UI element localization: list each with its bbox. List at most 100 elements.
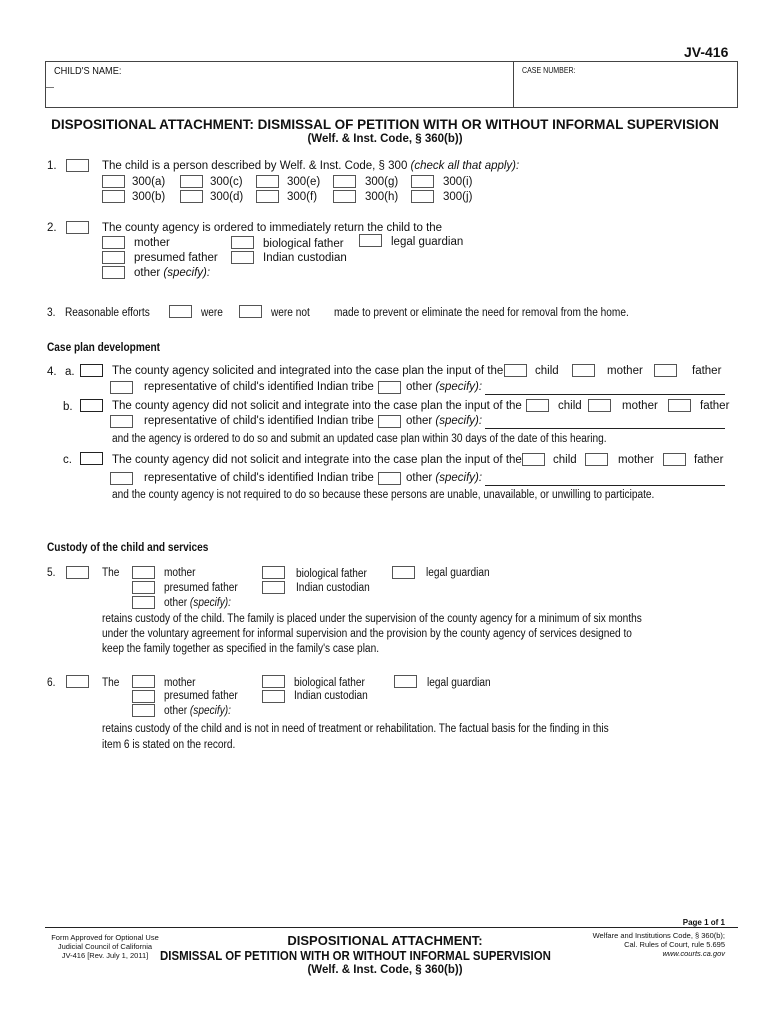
item-4b-other-text: other bbox=[406, 415, 433, 427]
item-4a-mother-checkbox[interactable] bbox=[572, 364, 595, 377]
item-6-biological-father-label: biological father bbox=[294, 677, 365, 689]
item-4b-mother-checkbox[interactable] bbox=[588, 399, 611, 412]
item-5-other-text: other bbox=[164, 597, 188, 609]
item-4a-father-label: father bbox=[692, 365, 722, 377]
item-4b-tribe-checkbox[interactable] bbox=[110, 415, 133, 428]
checkbox-300i[interactable] bbox=[411, 175, 434, 188]
item-4a-tribe-checkbox[interactable] bbox=[110, 381, 133, 394]
item-5-specify-text: (specify): bbox=[189, 597, 231, 609]
item-4c-child-label: child bbox=[553, 454, 577, 466]
item-2-mother-checkbox[interactable] bbox=[102, 236, 125, 249]
item-2-biological-father-checkbox[interactable] bbox=[231, 236, 254, 249]
checkbox-300b[interactable] bbox=[102, 190, 125, 203]
item-1-text: The child is a person described by Welf.… bbox=[102, 160, 519, 172]
item-4c-tribe-checkbox[interactable] bbox=[110, 472, 133, 485]
item-5-legal-guardian-label: legal guardian bbox=[426, 567, 490, 579]
item-5-biological-father-label: biological father bbox=[296, 568, 367, 580]
item-4a-mother-label: mother bbox=[607, 365, 643, 377]
item-4c-checkbox[interactable] bbox=[80, 452, 103, 465]
item-3-number: 3. bbox=[47, 307, 56, 319]
item-6-biological-father-checkbox[interactable] bbox=[262, 675, 285, 688]
item-2-presumed-father-checkbox[interactable] bbox=[102, 251, 125, 264]
item-4c-child-checkbox[interactable] bbox=[522, 453, 545, 466]
item-4b-tribe-label: representative of child's identified Ind… bbox=[144, 415, 374, 427]
item-5-indian-custodian-label: Indian custodian bbox=[296, 582, 370, 594]
checkbox-300c[interactable] bbox=[180, 175, 203, 188]
item-4c-father-checkbox[interactable] bbox=[663, 453, 686, 466]
page-number: Page 1 of 1 bbox=[682, 918, 725, 927]
item-6-presumed-father-checkbox[interactable] bbox=[132, 690, 155, 703]
item-3-were-label: were bbox=[201, 307, 223, 319]
item-2-number: 2. bbox=[47, 222, 57, 234]
item-5-mother-label: mother bbox=[164, 567, 196, 579]
item-6-mother-checkbox[interactable] bbox=[132, 675, 155, 688]
item-3-were-not-checkbox[interactable] bbox=[239, 305, 262, 318]
item-6-legal-guardian-checkbox[interactable] bbox=[394, 675, 417, 688]
item-4c-specify-field[interactable] bbox=[485, 485, 725, 486]
item-4b-other-label: other (specify): bbox=[406, 415, 482, 427]
item-4a-child-checkbox[interactable] bbox=[504, 364, 527, 377]
checkbox-300h[interactable] bbox=[333, 190, 356, 203]
item-4b-child-label: child bbox=[558, 400, 582, 412]
item-4a-father-checkbox[interactable] bbox=[654, 364, 677, 377]
checkbox-300d[interactable] bbox=[180, 190, 203, 203]
item-6-checkbox[interactable] bbox=[66, 675, 89, 688]
item-2-indian-custodian-checkbox[interactable] bbox=[231, 251, 254, 264]
header-divider bbox=[513, 62, 514, 107]
item-4a-tribe-label: representative of child's identified Ind… bbox=[144, 381, 374, 393]
item-1-checkbox[interactable] bbox=[66, 159, 89, 172]
item-4c-mother-checkbox[interactable] bbox=[585, 453, 608, 466]
item-2-biological-father-label: biological father bbox=[263, 238, 344, 250]
childs-name-field[interactable] bbox=[46, 87, 54, 88]
checkbox-300e[interactable] bbox=[256, 175, 279, 188]
item-4b-other-checkbox[interactable] bbox=[378, 415, 401, 428]
item-2-specify-text: (specify): bbox=[163, 267, 211, 279]
item-5-indian-custodian-checkbox[interactable] bbox=[262, 581, 285, 594]
item-5-legal-guardian-checkbox[interactable] bbox=[392, 566, 415, 579]
item-2-checkbox[interactable] bbox=[66, 221, 89, 234]
item-4a-specify-field[interactable] bbox=[485, 394, 725, 395]
custody-heading: Custody of the child and services bbox=[47, 542, 209, 554]
header-box: CHILD'S NAME: CASE NUMBER: bbox=[45, 61, 738, 108]
item-4b-specify-field[interactable] bbox=[485, 428, 725, 429]
item-4b-child-checkbox[interactable] bbox=[526, 399, 549, 412]
item-4-number: 4. bbox=[47, 366, 57, 378]
item-5-the: The bbox=[102, 567, 120, 579]
item-5-mother-checkbox[interactable] bbox=[132, 566, 155, 579]
item-1-text-italic: (check all that apply): bbox=[410, 160, 520, 172]
item-6-other-checkbox[interactable] bbox=[132, 704, 155, 717]
item-5-text-line-1: retains custody of the child. The family… bbox=[102, 613, 642, 625]
item-4b-father-label: father bbox=[700, 400, 730, 412]
item-6-indian-custodian-label: Indian custodian bbox=[294, 690, 368, 702]
item-3-were-not-label: were not bbox=[271, 307, 310, 319]
item-5-presumed-father-checkbox[interactable] bbox=[132, 581, 155, 594]
checkbox-300j[interactable] bbox=[411, 190, 434, 203]
footer-website-link[interactable]: www.courts.ca.gov bbox=[555, 949, 725, 958]
item-4a-other-checkbox[interactable] bbox=[378, 381, 401, 394]
item-5-text-line-3: keep the family together as specified in… bbox=[102, 643, 380, 655]
item-4a-checkbox[interactable] bbox=[80, 364, 103, 377]
checkbox-300g[interactable] bbox=[333, 175, 356, 188]
item-2-legal-guardian-checkbox[interactable] bbox=[359, 234, 382, 247]
checkbox-300a[interactable] bbox=[102, 175, 125, 188]
item-4b-specify-text: (specify): bbox=[435, 415, 483, 427]
item-4c-other-checkbox[interactable] bbox=[378, 472, 401, 485]
item-2-mother-label: mother bbox=[134, 237, 170, 249]
item-3-were-checkbox[interactable] bbox=[169, 305, 192, 318]
form-title: DISPOSITIONAL ATTACHMENT: DISMISSAL OF P… bbox=[51, 117, 719, 132]
checkbox-300f[interactable] bbox=[256, 190, 279, 203]
item-5-number: 5. bbox=[47, 567, 56, 579]
case-number-field[interactable] bbox=[516, 78, 734, 104]
item-4b-checkbox[interactable] bbox=[80, 399, 103, 412]
item-5-checkbox[interactable] bbox=[66, 566, 89, 579]
item-4b-letter: b. bbox=[63, 401, 73, 413]
item-4b-father-checkbox[interactable] bbox=[668, 399, 691, 412]
label-300c: 300(c) bbox=[210, 176, 243, 188]
item-5-biological-father-checkbox[interactable] bbox=[262, 566, 285, 579]
label-300e: 300(e) bbox=[287, 176, 321, 188]
item-6-presumed-father-label: presumed father bbox=[164, 690, 238, 702]
item-2-other-checkbox[interactable] bbox=[102, 266, 125, 279]
item-4c-text: The county agency did not solicit and in… bbox=[112, 454, 522, 466]
item-6-indian-custodian-checkbox[interactable] bbox=[262, 690, 285, 703]
item-5-other-checkbox[interactable] bbox=[132, 596, 155, 609]
